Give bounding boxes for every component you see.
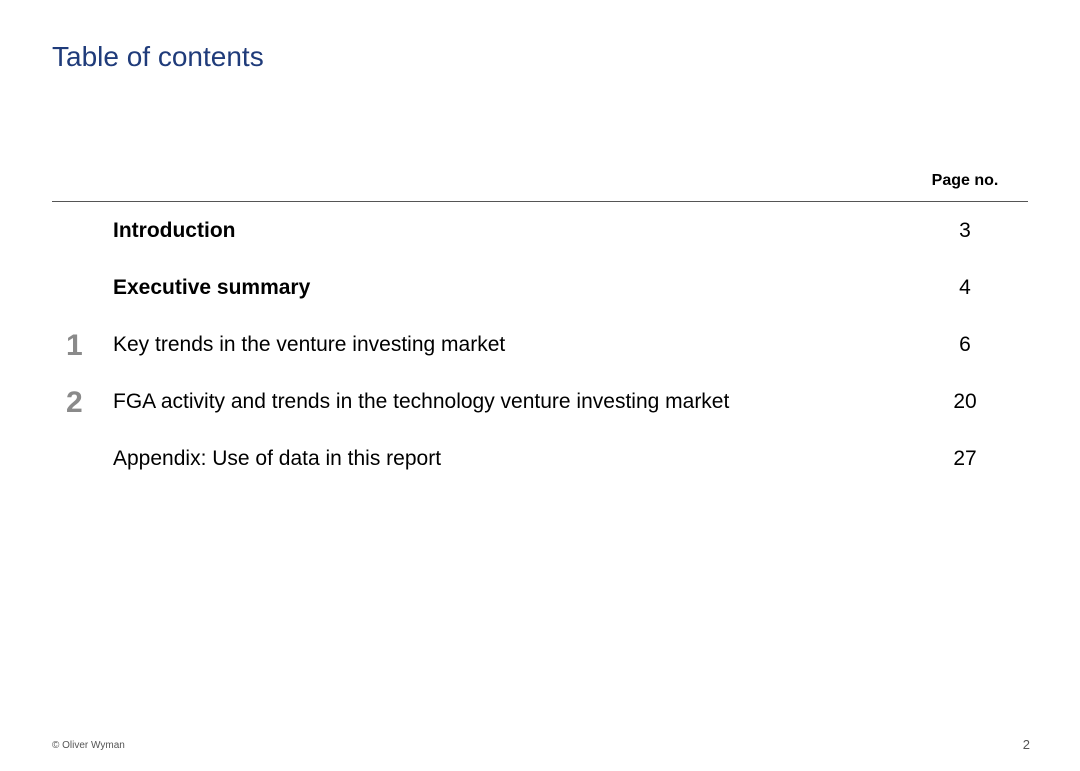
footer-page-number: 2 — [1022, 737, 1030, 752]
toc-item-label: Introduction — [113, 219, 236, 242]
table-of-contents: Introduction 3 Executive summary 4 1 Key… — [52, 203, 1028, 488]
toc-item-label: FGA activity and trends in the technolog… — [113, 390, 730, 413]
header-divider — [52, 201, 1028, 202]
page-title: Table of contents — [52, 41, 264, 72]
toc-item-number: 2 — [66, 386, 83, 419]
toc-item-page: 3 — [959, 219, 971, 242]
toc-item-section-2[interactable]: 2 FGA activity and trends in the technol… — [52, 374, 1028, 431]
toc-item-label: Key trends in the venture investing mark… — [113, 333, 506, 356]
page-no-column-header: Page no. — [931, 172, 999, 189]
toc-item-section-1[interactable]: 1 Key trends in the venture investing ma… — [52, 317, 1028, 374]
toc-item-executive-summary[interactable]: Executive summary 4 — [52, 260, 1028, 317]
toc-item-page: 4 — [959, 276, 971, 299]
toc-item-label: Appendix: Use of data in this report — [113, 447, 442, 470]
toc-item-page: 27 — [953, 447, 977, 470]
toc-item-introduction[interactable]: Introduction 3 — [52, 203, 1028, 260]
toc-item-number: 1 — [66, 329, 83, 362]
toc-item-label: Executive summary — [113, 276, 311, 299]
toc-item-appendix[interactable]: Appendix: Use of data in this report 27 — [52, 431, 1028, 488]
toc-item-page: 6 — [959, 333, 971, 356]
toc-item-page: 20 — [953, 390, 977, 413]
footer-copyright: © Oliver Wyman — [52, 740, 125, 751]
